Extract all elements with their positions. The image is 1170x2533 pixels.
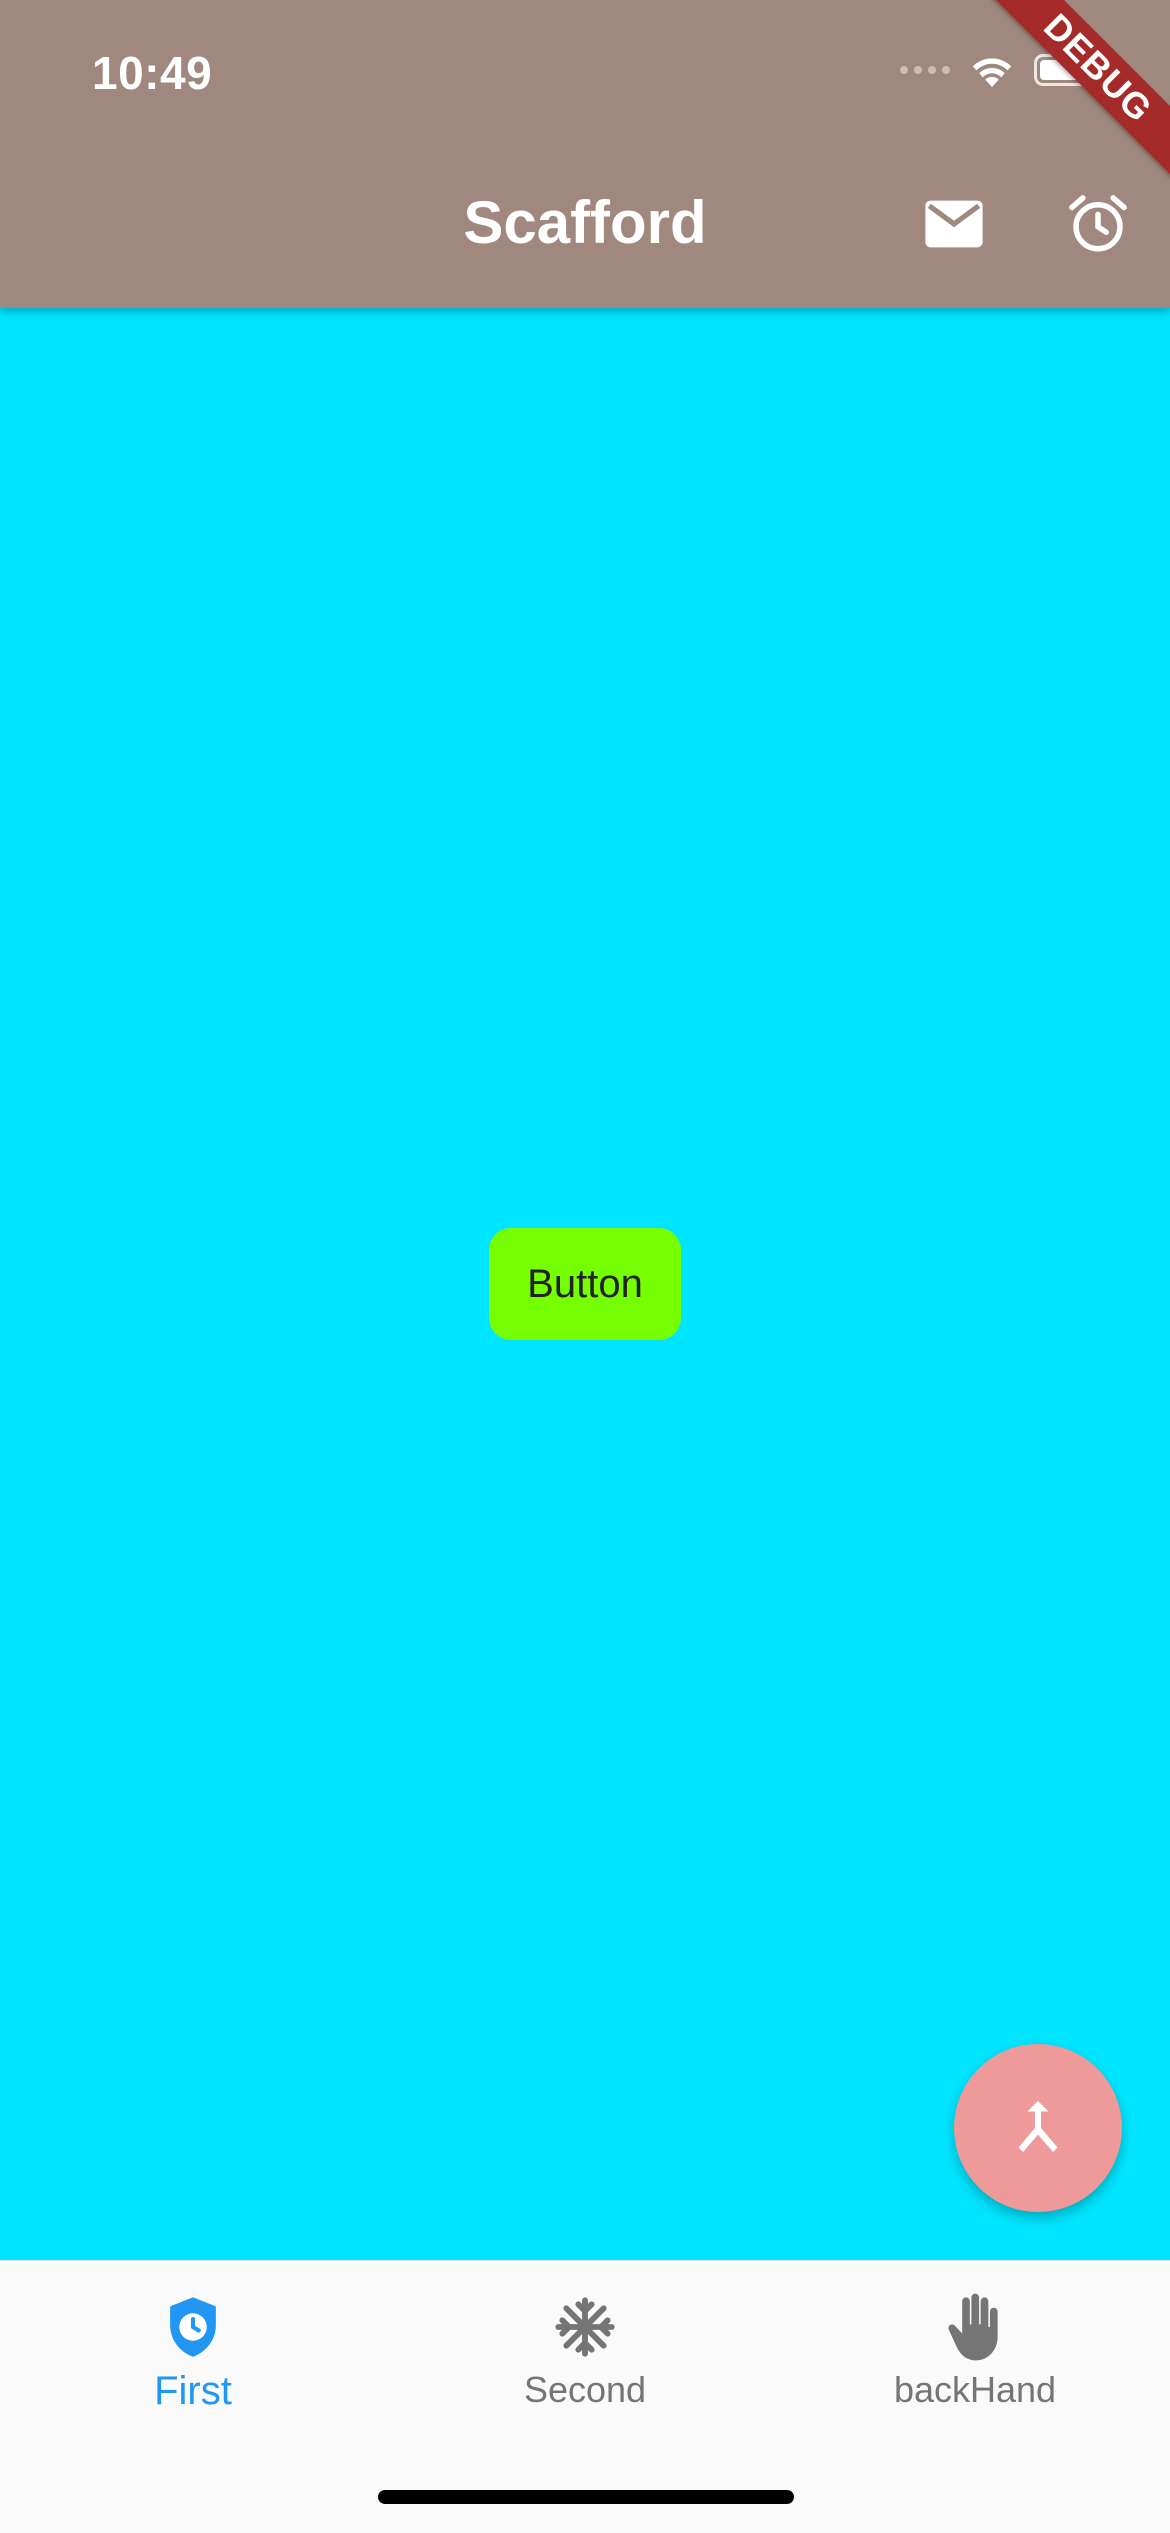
nav-item-label: backHand	[893, 2369, 1057, 2410]
home-indicator[interactable]	[378, 2490, 794, 2504]
mail-button[interactable]	[918, 188, 990, 260]
back-hand-icon	[948, 2293, 998, 2361]
mail-icon	[925, 200, 983, 248]
floating-action-button[interactable]	[954, 2044, 1122, 2212]
debug-banner: DEBUG	[990, 0, 1170, 180]
status-time: 10:49	[92, 47, 213, 99]
app-bar-title: Scafford	[463, 189, 707, 256]
nav-item-label: Second	[523, 2369, 647, 2410]
debug-banner-label: DEBUG	[990, 0, 1170, 180]
shield-clock-icon	[170, 2297, 216, 2357]
cellular-signal-icon	[900, 66, 950, 74]
alarm-button[interactable]	[1062, 188, 1134, 260]
merge-icon	[1018, 2101, 1058, 2152]
nav-item-label: First	[154, 2369, 232, 2413]
snowflake-icon	[555, 2297, 615, 2357]
alarm-icon	[1069, 195, 1127, 252]
nav-item-backhand[interactable]: backHand	[825, 2289, 1125, 2411]
nav-item-first[interactable]: First	[43, 2289, 343, 2414]
center-button[interactable]: Button	[489, 1228, 681, 1340]
nav-item-second[interactable]: Second	[435, 2289, 735, 2411]
